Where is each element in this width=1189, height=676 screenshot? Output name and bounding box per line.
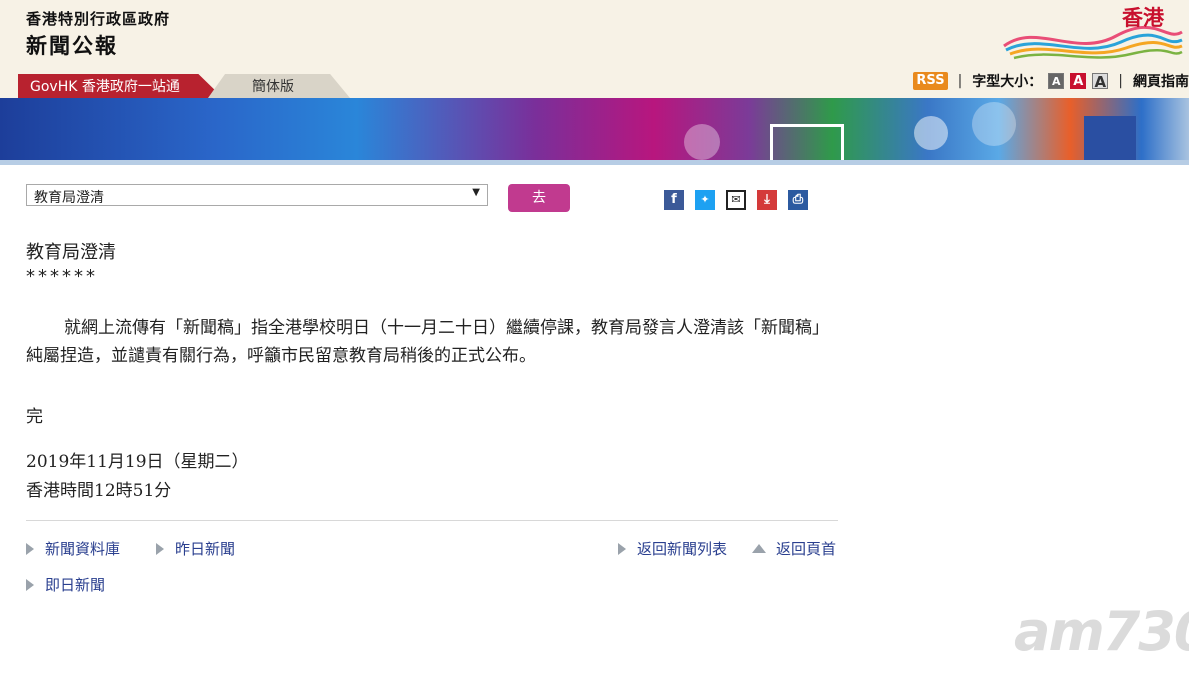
banner-decoration: [1084, 116, 1136, 160]
select-value: 教育局澄清: [34, 190, 104, 206]
yesterday-news-link[interactable]: 昨日新聞: [156, 538, 235, 559]
font-size-medium-button[interactable]: A: [1070, 73, 1087, 89]
article-stars: ******: [26, 266, 98, 287]
site-title[interactable]: 新聞公報: [26, 30, 118, 60]
arrow-right-icon: [26, 542, 34, 555]
article-end-mark: 完: [26, 407, 43, 427]
back-to-top-link[interactable]: 返回頁首: [752, 538, 836, 559]
font-size-small-button[interactable]: A: [1048, 73, 1065, 89]
banner-decoration: [914, 116, 948, 150]
divider: |: [1118, 73, 1123, 89]
article-body: 就網上流傳有「新聞稿」指全港學校明日（十一月二十日）繼續停課，教育局發言人澄清該…: [26, 318, 829, 366]
font-size-label: 字型大小：: [972, 74, 1043, 90]
government-name: 香港特別行政區政府: [26, 10, 171, 28]
today-news-label: 即日新聞: [45, 576, 106, 594]
banner-strip: [0, 160, 1189, 165]
back-to-list-link[interactable]: 返回新聞列表: [618, 538, 727, 559]
banner-decoration: [684, 124, 720, 160]
today-news-link[interactable]: 即日新聞: [26, 574, 105, 595]
rss-button[interactable]: RSS: [913, 72, 948, 90]
chevron-down-icon: ▼: [472, 187, 480, 198]
save-icon[interactable]: ⤓: [757, 190, 777, 210]
press-release-select[interactable]: 教育局澄清 ▼: [26, 184, 488, 206]
arrow-right-icon: [156, 542, 164, 555]
yesterday-news-label: 昨日新聞: [175, 540, 236, 558]
divider: [26, 520, 838, 521]
facebook-icon[interactable]: f: [664, 190, 684, 210]
banner-decoration: [770, 124, 844, 160]
archive-link[interactable]: 新聞資料庫: [26, 538, 120, 559]
share-toolbar: f ✦ ✉ ⤓ ⎙: [664, 190, 808, 210]
arrow-right-icon: [618, 542, 626, 555]
divider: |: [957, 73, 963, 89]
tab-simplified-chinese[interactable]: 簡体版: [208, 74, 350, 98]
logo-text: 香港: [1122, 6, 1164, 30]
back-to-top-label: 返回頁首: [776, 540, 837, 558]
article-time: 香港時間12時51分: [26, 481, 172, 501]
back-to-list-label: 返回新聞列表: [637, 540, 728, 558]
twitter-icon[interactable]: ✦: [695, 190, 715, 210]
site-guide-link[interactable]: 網頁指南: [1133, 71, 1189, 91]
tab-govhk[interactable]: GovHK 香港政府一站通: [18, 74, 223, 98]
arrow-up-icon: [752, 544, 766, 553]
font-size-large-button[interactable]: A: [1092, 73, 1109, 90]
article-date: 2019年11月19日（星期二）: [26, 452, 249, 472]
archive-link-label: 新聞資料庫: [45, 540, 121, 558]
header-banner: [0, 98, 1189, 160]
print-icon[interactable]: ⎙: [788, 190, 808, 210]
article-title: 教育局澄清: [26, 242, 116, 263]
email-icon[interactable]: ✉: [726, 190, 746, 210]
watermark-logo: am730: [1014, 600, 1189, 663]
header-tools: RSS | 字型大小： A A A | 網頁指南: [913, 72, 1189, 90]
arrow-right-icon: [26, 578, 34, 591]
go-button[interactable]: 去: [508, 184, 570, 212]
banner-decoration: [972, 102, 1016, 146]
